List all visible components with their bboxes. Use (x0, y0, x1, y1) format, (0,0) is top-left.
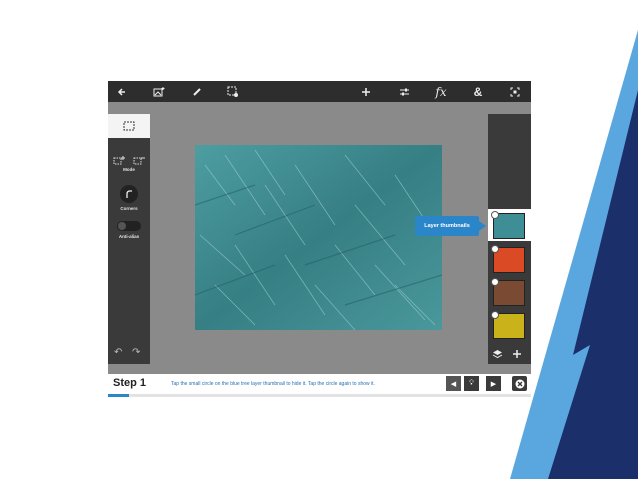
corners-label: Corners (120, 206, 138, 211)
fx-icon[interactable]: fx (430, 81, 452, 102)
canvas-image[interactable] (195, 145, 442, 330)
blue-tree-photo (195, 145, 442, 330)
antialias-toggle[interactable] (117, 221, 141, 231)
tutorial-progress-fill (108, 394, 130, 397)
app-window: fx & Mode Corners Anti-alias ↶ ↷ Layer t… (108, 81, 531, 397)
next-step-button[interactable]: ▶ (486, 376, 501, 391)
back-arrow-icon[interactable] (111, 81, 133, 102)
layer-visibility-toggle[interactable] (491, 245, 499, 253)
selection-settings-icon[interactable] (222, 81, 244, 102)
layer-thumbnails-tooltip: Layer thumbnails (415, 216, 486, 236)
tutorial-progress-bar (108, 394, 531, 397)
image-add-icon[interactable] (148, 81, 170, 102)
rounded-corner-icon (126, 190, 132, 198)
previous-step-button[interactable]: ◀ (446, 376, 461, 391)
layer-visibility-toggle[interactable] (491, 211, 499, 219)
plus-icon[interactable] (355, 81, 377, 102)
step-instruction: Tap the small circle on the blue tree la… (171, 381, 375, 387)
adjustments-icon[interactable] (393, 81, 415, 102)
layer-visibility-toggle[interactable] (491, 278, 499, 286)
close-icon (515, 379, 524, 388)
undo-icon[interactable]: ↶ (114, 347, 122, 358)
antialias-label: Anti-alias (118, 234, 140, 239)
layers-stack-icon[interactable] (492, 346, 503, 364)
fit-screen-icon[interactable] (504, 81, 526, 102)
mode-label: Mode (123, 167, 135, 172)
step-title: Step 1 (113, 377, 147, 389)
redo-icon[interactable]: ↷ (132, 347, 140, 358)
corners-button[interactable] (120, 185, 138, 203)
close-tutorial-button[interactable] (512, 376, 527, 391)
hint-lightbulb-icon[interactable]: 💡︎ (464, 376, 479, 391)
add-layer-icon[interactable] (512, 346, 522, 364)
marquee-tool-tab[interactable] (108, 114, 150, 138)
ampersand-icon[interactable]: & (467, 81, 489, 102)
top-toolbar: fx & (108, 81, 531, 102)
brush-icon[interactable] (186, 81, 208, 102)
layer-visibility-toggle[interactable] (491, 311, 499, 319)
